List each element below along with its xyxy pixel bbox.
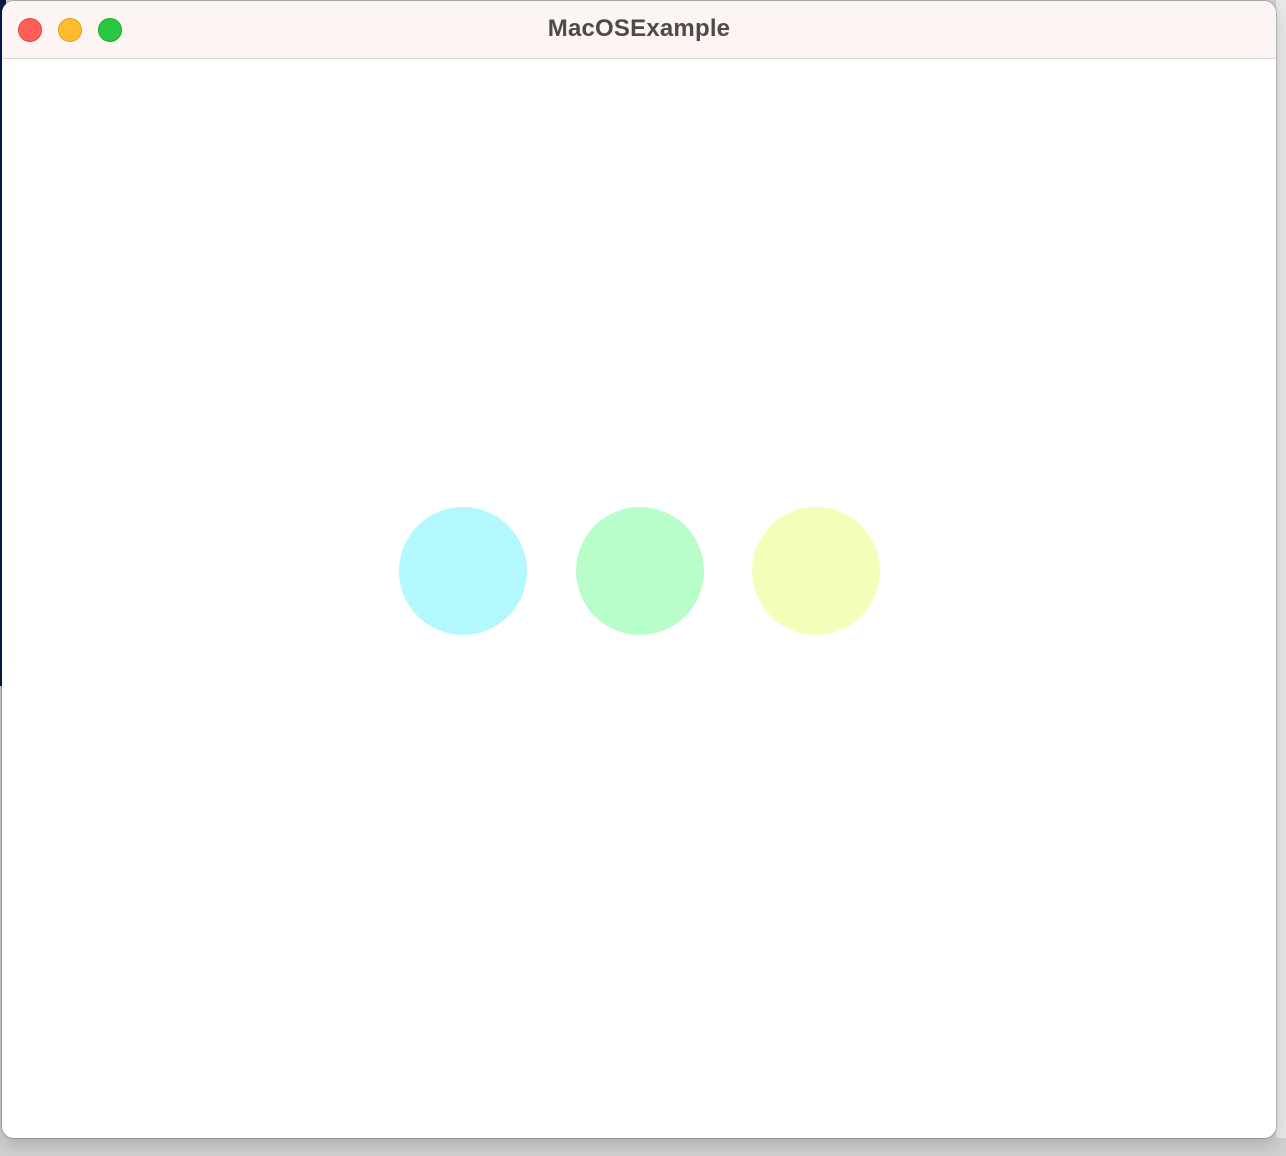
window-content [2, 59, 1276, 1138]
loading-dot-3 [752, 507, 880, 635]
app-window: MacOSExample [2, 1, 1276, 1138]
title-bar[interactable]: MacOSExample [2, 1, 1276, 59]
loading-dot-1 [399, 507, 527, 635]
desktop-bottom-edge [0, 1138, 1286, 1156]
window-title: MacOSExample [547, 15, 731, 42]
background-window-edge [1276, 0, 1286, 1156]
desktop: MacOSExample [0, 0, 1286, 1156]
loading-dot-2 [576, 507, 704, 635]
